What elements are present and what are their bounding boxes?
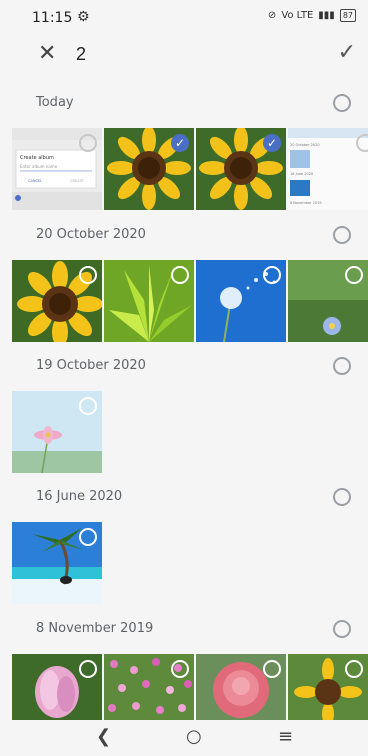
photo-thumb-sunflower[interactable]: ✓ (104, 128, 194, 210)
close-icon[interactable]: ✕ (38, 42, 56, 66)
dialog-ok: CREATE (70, 179, 84, 183)
recents-icon[interactable]: ≡ (278, 726, 293, 747)
dialog-title: Create album (20, 155, 54, 161)
gallery-label: 16 June 2020 (290, 172, 313, 176)
home-icon[interactable]: ○ (186, 726, 202, 747)
section-header-19-october-2020: 19 October 2020 (0, 347, 368, 387)
select-circle[interactable] (79, 134, 97, 152)
gallery-label: 8 November 2019 (290, 201, 322, 205)
select-circle[interactable] (263, 660, 281, 678)
select-circle[interactable] (263, 266, 281, 284)
photo-thumb-cosmos-flower[interactable] (12, 391, 102, 473)
select-circle[interactable] (79, 266, 97, 284)
dialog-cancel: CANCEL (28, 179, 42, 183)
photo-row (0, 654, 368, 720)
selected-check-icon[interactable]: ✓ (171, 134, 189, 152)
photo-thumb-dandelion[interactable] (196, 260, 286, 342)
selected-count: 2 (76, 44, 87, 64)
select-all-circle[interactable] (333, 94, 351, 112)
signal-icon: ▮▮▮ (318, 10, 335, 21)
select-circle[interactable] (79, 397, 97, 415)
network-label: Vo LTE (281, 10, 314, 21)
check-icon[interactable]: ✓ (338, 40, 356, 65)
photo-thumb-screenshot-gallery[interactable]: 20 October 2020 16 June 2020 8 November … (288, 128, 368, 210)
gear-icon: ⚙ (77, 9, 90, 25)
photo-thumb-sunflower[interactable] (288, 654, 368, 720)
select-circle[interactable] (171, 660, 189, 678)
status-bar: 11:15 ⚙ ⊘ Vo LTE ▮▮▮ 87 (0, 0, 368, 36)
select-circle[interactable] (79, 660, 97, 678)
section-date: Today (36, 95, 74, 110)
select-circle[interactable] (345, 266, 363, 284)
dialog-placeholder: Enter album name (20, 164, 58, 169)
photo-thumb-sunflower[interactable]: ✓ (196, 128, 286, 210)
section-header-today: Today (0, 84, 368, 124)
select-all-circle[interactable] (333, 488, 351, 506)
photo-row: Create album Enter album name CANCEL CRE… (0, 128, 368, 210)
photo-thumb-screenshot[interactable]: Create album Enter album name CANCEL CRE… (12, 128, 102, 210)
back-icon[interactable]: ❮ (96, 726, 111, 747)
status-time: 11:15 (32, 10, 73, 26)
selection-toolbar: ✕ 2 ✓ (0, 36, 368, 76)
selected-check-icon[interactable]: ✓ (263, 134, 281, 152)
photo-thumb-flower-field[interactable] (104, 654, 194, 720)
select-circle[interactable] (356, 134, 368, 152)
select-all-circle[interactable] (333, 226, 351, 244)
photo-row (0, 391, 368, 473)
photo-thumb-daisy[interactable] (288, 260, 368, 342)
photo-row (0, 522, 368, 604)
select-all-circle[interactable] (333, 357, 351, 375)
photo-thumb-rose[interactable] (196, 654, 286, 720)
section-date: 16 June 2020 (36, 489, 123, 504)
status-icons: ⊘ Vo LTE ▮▮▮ 87 (268, 9, 356, 22)
section-date: 19 October 2020 (36, 358, 146, 373)
section-date: 8 November 2019 (36, 621, 154, 636)
photo-thumb-sunflower[interactable] (12, 260, 102, 342)
mute-icon: ⊘ (267, 10, 277, 21)
photo-thumb-beach-palm[interactable] (12, 522, 102, 604)
system-navigation-bar: ❮ ○ ≡ (0, 720, 368, 756)
select-circle[interactable] (79, 528, 97, 546)
battery-icon: 87 (339, 9, 356, 22)
photo-thumb-green-plant[interactable] (104, 260, 194, 342)
section-header-8-november-2019: 8 November 2019 (0, 610, 368, 650)
section-header-16-june-2020: 16 June 2020 (0, 478, 368, 518)
select-all-circle[interactable] (333, 620, 351, 638)
select-circle[interactable] (171, 266, 189, 284)
section-header-20-october-2020: 20 October 2020 (0, 216, 368, 256)
photo-thumb-magnolia[interactable] (12, 654, 102, 720)
section-date: 20 October 2020 (36, 227, 146, 242)
select-circle[interactable] (345, 660, 363, 678)
gallery-label: 20 October 2020 (290, 143, 320, 147)
photo-row (0, 260, 368, 342)
